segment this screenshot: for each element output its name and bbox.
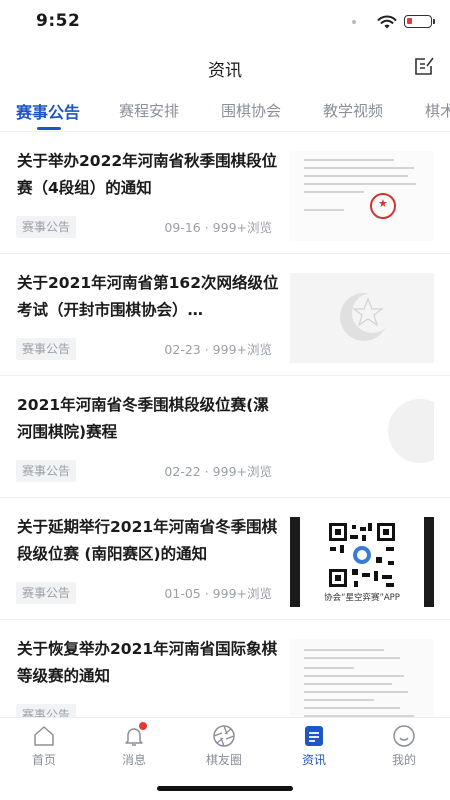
nav-home[interactable]: 首页	[14, 724, 74, 768]
category-badge: 赛事公告	[16, 460, 77, 482]
battery-level	[407, 18, 412, 24]
nav-label: 棋友圈	[205, 753, 242, 767]
tab-teaching-videos[interactable]: 教学视频	[323, 100, 383, 121]
news-title: 关于延期举行2021年河南省冬季围棋段级位赛 (南阳赛区)的通知	[17, 518, 278, 563]
category-badge: 赛事公告	[16, 338, 77, 360]
news-item[interactable]: 关于举办2022年河南省秋季围棋段位赛（4段组）的通知 赛事公告 09-16 ·…	[0, 132, 450, 254]
news-item[interactable]: 2021年河南省冬季围棋段级位赛(漯河围棋院)赛程 赛事公告 02-22 · 9…	[0, 376, 450, 498]
qr-caption: 协会“星空弈赛”APP	[324, 593, 400, 603]
category-tabs: 赛事公告 赛程安排 围棋协会 教学视频 棋术	[0, 90, 450, 132]
news-title: 关于2021年河南省第162次网络级位考试（开封市围棋协会）…	[17, 274, 279, 319]
news-item[interactable]: 关于延期举行2021年河南省冬季围棋段级位赛 (南阳赛区)的通知 赛事公告 01…	[0, 498, 450, 620]
status-time: 9:52	[36, 11, 81, 31]
nav-label: 资讯	[301, 753, 326, 767]
nav-news[interactable]: 资讯	[284, 724, 344, 768]
news-meta: 09-16 · 999+浏览	[164, 220, 272, 235]
header: 资讯	[0, 44, 450, 90]
news-title: 关于举办2022年河南省秋季围棋段位赛（4段组）的通知	[17, 152, 278, 197]
edit-note-icon[interactable]	[412, 54, 436, 78]
battery-icon	[404, 15, 435, 28]
news-thumbnail: 协会“星空弈赛”APP	[290, 517, 434, 607]
category-badge: 赛事公告	[16, 216, 77, 238]
page-title: 资讯	[208, 61, 242, 81]
news-title: 关于恢复举办2021年河南省国际象棋等级赛的通知	[17, 640, 278, 685]
tab-chess[interactable]: 棋术	[425, 100, 450, 121]
category-badge: 赛事公告	[16, 582, 77, 604]
seal-icon	[370, 193, 396, 219]
news-list: 关于举办2022年河南省秋季围棋段位赛（4段组）的通知 赛事公告 09-16 ·…	[0, 132, 450, 717]
news-item[interactable]: 关于2021年河南省第162次网络级位考试（开封市围棋协会）… 赛事公告 02-…	[0, 254, 450, 376]
category-badge: 赛事公告	[16, 704, 77, 717]
news-thumbnail	[290, 151, 434, 241]
nav-profile[interactable]: 我的	[374, 724, 434, 768]
signal-dot	[352, 20, 356, 24]
aperture-icon	[213, 725, 235, 747]
news-icon	[305, 726, 323, 746]
news-item[interactable]: 关于恢复举办2021年河南省国际象棋等级赛的通知 赛事公告	[0, 620, 450, 717]
star-crescent-logo-icon	[340, 293, 392, 341]
news-meta: 02-23 · 999+浏览	[164, 342, 272, 357]
status-bar: 9:52	[0, 0, 450, 44]
home-icon	[34, 726, 54, 746]
nav-chess-friends[interactable]: 棋友圈	[194, 724, 254, 768]
nav-label: 消息	[121, 753, 146, 767]
news-thumbnail	[290, 639, 434, 717]
wifi-icon	[377, 15, 397, 29]
tab-go-association[interactable]: 围棋协会	[221, 100, 281, 121]
qr-code-icon: 协会“星空弈赛”APP	[300, 517, 424, 607]
active-tab-indicator	[37, 127, 61, 130]
tab-match-announcements[interactable]: 赛事公告	[16, 99, 80, 123]
news-meta: 02-22 · 999+浏览	[164, 464, 272, 479]
tab-schedule[interactable]: 赛程安排	[119, 100, 179, 121]
news-thumbnail	[290, 395, 434, 485]
news-thumbnail	[290, 273, 434, 363]
nav-messages[interactable]: 消息	[104, 722, 164, 768]
news-meta: 01-05 · 999+浏览	[164, 586, 272, 601]
nav-label: 我的	[391, 753, 416, 767]
unread-badge	[139, 722, 147, 730]
nav-label: 首页	[31, 753, 56, 767]
profile-icon	[393, 725, 415, 747]
news-title: 2021年河南省冬季围棋段级位赛(漯河围棋院)赛程	[17, 396, 269, 441]
home-indicator	[157, 786, 293, 791]
